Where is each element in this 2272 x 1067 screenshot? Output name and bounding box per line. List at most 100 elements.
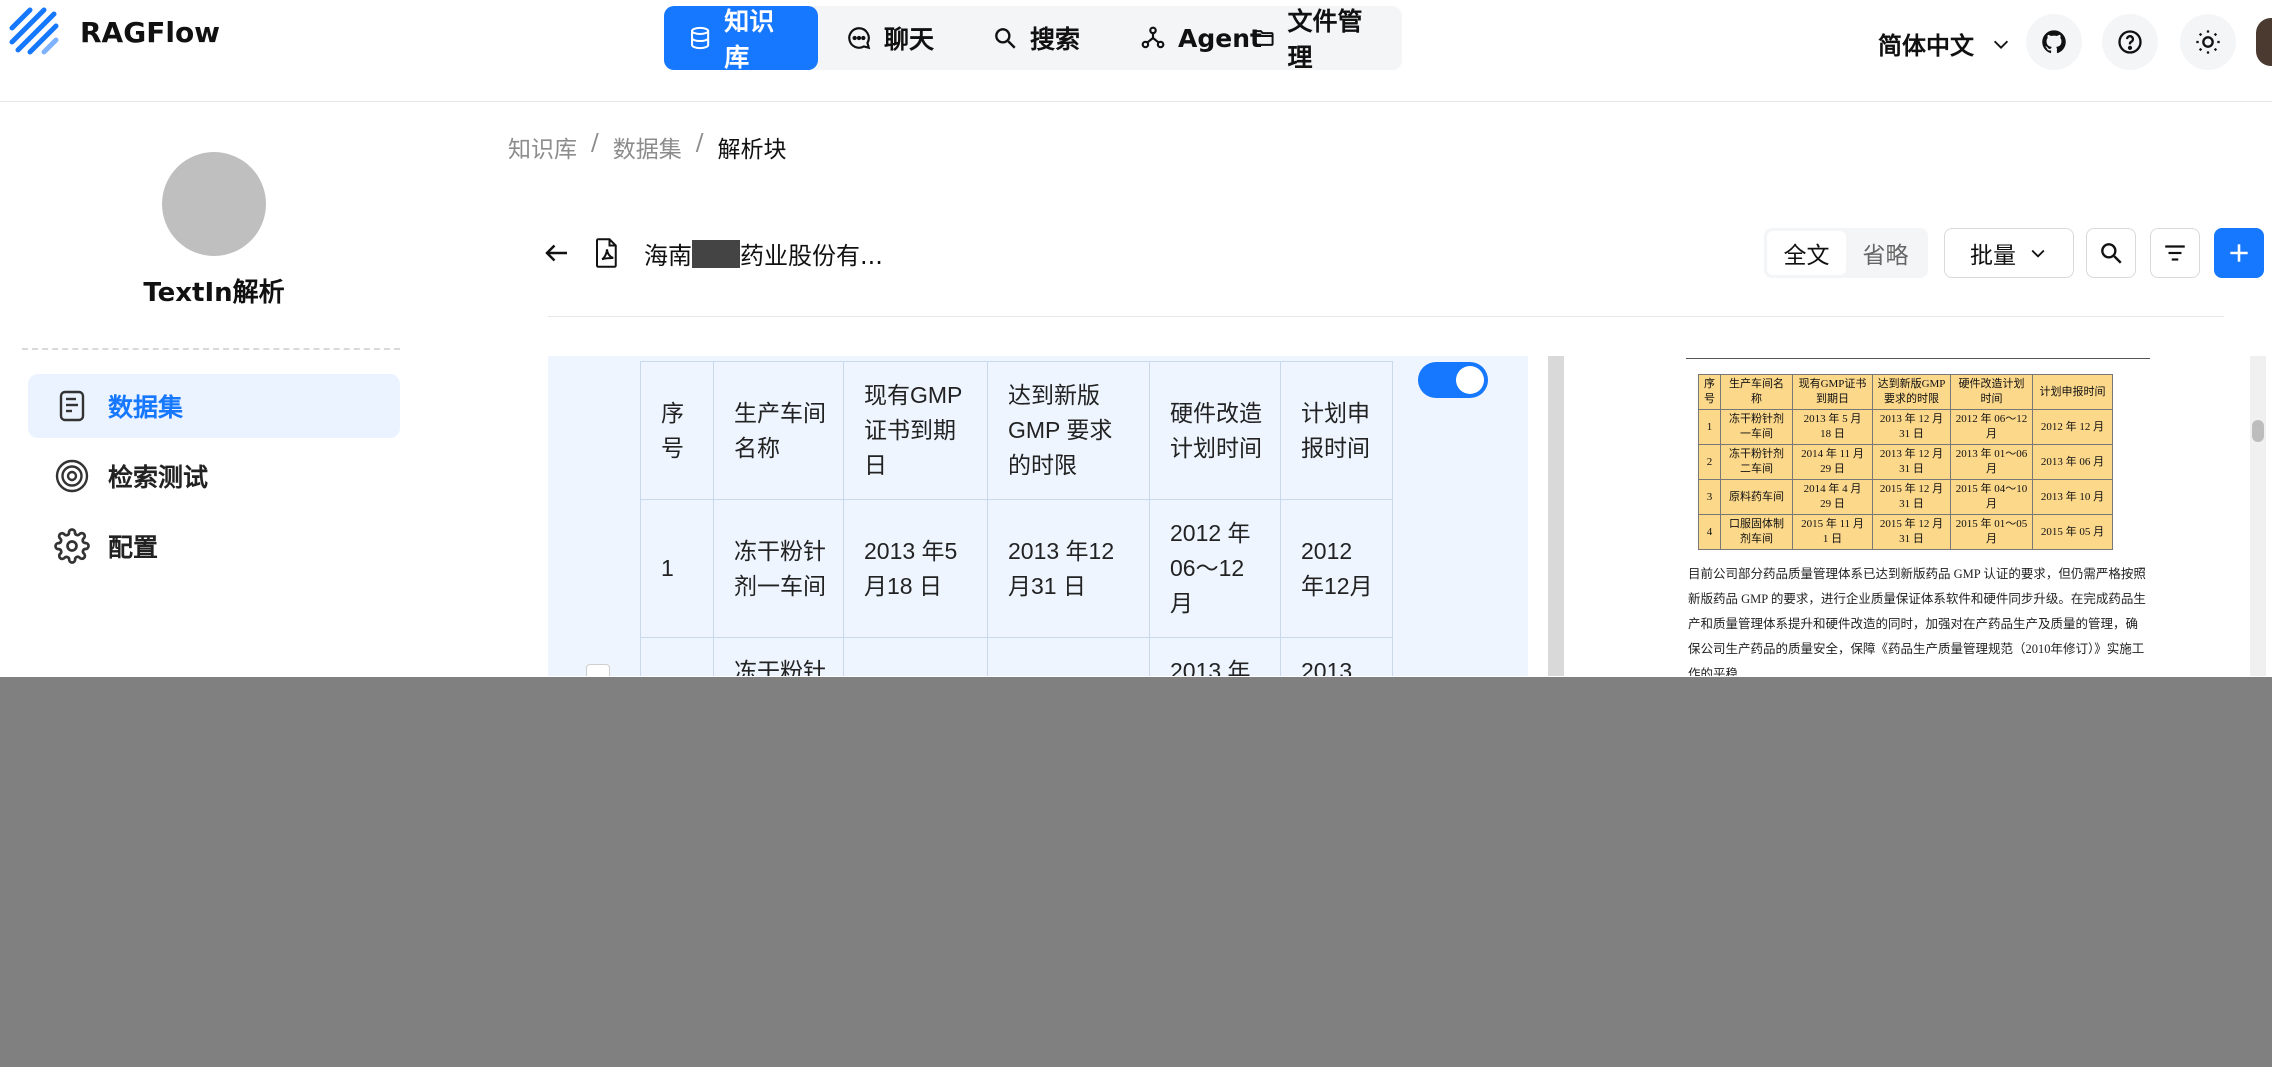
preview-row: 4 口服固体制剂车间 2015 年 11 月 1 日 2015 年 12 月 3… — [1698, 514, 2113, 550]
nav-item-knowledge-base[interactable]: 知识库 — [664, 6, 818, 72]
table-cell: 2013 年12月31 日 — [987, 499, 1150, 638]
table-header-cell: 现有GMP证书到期日 — [843, 361, 988, 500]
add-chunk-button[interactable] — [2214, 228, 2264, 278]
preview-cell: 2 — [1698, 444, 1721, 480]
batch-dropdown[interactable]: 批量 — [1944, 228, 2074, 278]
document-title-suffix: 药业股份有... — [740, 242, 883, 270]
preview-row: 2 冻干粉针剂二车间 2014 年 11 月 29 日 2013 年 12 月 … — [1698, 444, 2113, 480]
table-cell: 2 — [640, 637, 714, 676]
preview-cell: 冻干粉针剂一车间 — [1720, 409, 1793, 445]
preview-cell: 3 — [1698, 479, 1721, 515]
preview-cell: 1 — [1698, 409, 1721, 445]
view-full-option[interactable]: 全文 — [1767, 231, 1846, 275]
folder-icon — [1253, 30, 1274, 46]
table-header-cell: 序号 — [640, 361, 714, 500]
table-header-row: 序号 生产车间名称 现有GMP证书到期日 达到新版GMP 要求的时限 硬件改造计… — [640, 361, 1393, 500]
preview-cell: 2013 年 06 月 — [2032, 444, 2113, 480]
app-name: RAGFlow — [80, 16, 221, 49]
table-row: 1 冻干粉针剂一车间 2013 年5月18 日 2013 年12月31 日 20… — [640, 499, 1393, 638]
filter-lines-icon — [2165, 245, 2185, 261]
table-header-cell: 生产车间名称 — [713, 361, 844, 500]
nav-item-search[interactable]: 搜索 — [968, 6, 1104, 70]
toolbar-divider — [548, 316, 2224, 317]
preview-paragraph: 目前公司部分药品质量管理体系已达到新版药品 GMP 认证的要求，但仍需严格按照新… — [1688, 567, 2146, 676]
top-header: RAGFlow 知识库 聊天 搜索 Agent 文件管理 简体中文 — [0, 0, 2272, 102]
language-label: 简体中文 — [1878, 32, 1974, 60]
ragflow-logo-icon[interactable] — [8, 6, 62, 60]
document-title: 海南 药业股份有... — [644, 236, 883, 271]
chunk-enable-toggle[interactable] — [1418, 362, 1488, 398]
chunk-checkbox[interactable] — [586, 664, 610, 676]
preview-cell: 冻干粉针剂二车间 — [1720, 444, 1793, 480]
knowledge-base-name: TextIn解析 — [143, 278, 285, 308]
redacted-block — [692, 239, 740, 268]
preview-cell: 2012 年 12 月 — [2032, 409, 2113, 445]
gray-overlay — [0, 677, 2272, 1067]
toggle-knob — [1456, 366, 1484, 394]
nav-item-chat[interactable]: 聊天 — [822, 6, 958, 70]
view-brief-option[interactable]: 省略 — [1846, 231, 1925, 275]
preview-cell: 2013 年 5 月 18 日 — [1792, 409, 1873, 445]
breadcrumb-dataset[interactable]: 数据集 — [613, 130, 682, 164]
preview-header-cell: 现有GMP证书到期日 — [1792, 374, 1873, 410]
pdf-file-icon — [596, 238, 617, 268]
preview-header-cell: 序号 — [1698, 374, 1721, 410]
preview-cell: 2012 年 06～12 月 — [1950, 409, 2033, 445]
main-nav: 知识库 聊天 搜索 Agent 文件管理 — [664, 6, 1402, 72]
table-cell: 2013 年01～06 — [1149, 637, 1281, 676]
sidebar-item-dataset[interactable]: 数据集 — [28, 374, 400, 438]
table-cell: 冻干粉针剂二车间 — [713, 637, 844, 676]
preview-header-row: 序号 生产车间名称 现有GMP证书到期日 达到新版GMP要求的时限 硬件改造计划… — [1698, 374, 2113, 410]
database-icon — [691, 26, 710, 50]
preview-cell: 2013 年 10 月 — [2032, 479, 2113, 515]
sidebar-divider — [22, 348, 400, 350]
preview-cell: 2013 年 01～06 月 — [1950, 444, 2033, 480]
preview-cell: 原料药车间 — [1720, 479, 1793, 515]
nav-item-label: 搜索 — [1030, 25, 1081, 54]
sidebar-item-retrieval-test[interactable]: 检索测试 — [28, 444, 400, 508]
language-select[interactable]: 简体中文 — [1878, 26, 2012, 61]
search-chunks-button[interactable] — [2086, 228, 2136, 278]
table-cell: 2014 年11 — [843, 637, 988, 676]
chevron-down-icon — [2031, 249, 2045, 258]
preview-cell: 2015 年 05 月 — [2032, 514, 2113, 550]
user-avatar[interactable] — [2256, 18, 2272, 66]
view-mode-switch: 全文 省略 — [1764, 228, 1928, 278]
batch-label: 批量 — [1970, 243, 2016, 269]
preview-header-cell: 生产车间名称 — [1720, 374, 1793, 410]
nav-item-file-management[interactable]: 文件管理 — [1228, 6, 1402, 72]
table-row: 2 冻干粉针剂二车间 2014 年11 2013 年12 2013 年01～06… — [640, 637, 1393, 676]
sidebar-item-label: 检索测试 — [108, 463, 209, 492]
back-arrow-icon[interactable] — [542, 238, 572, 268]
table-cell: 2013 年06 — [1280, 637, 1393, 676]
chunk-card[interactable]: 序号 生产车间名称 现有GMP证书到期日 达到新版GMP 要求的时限 硬件改造计… — [548, 356, 1528, 676]
github-button[interactable] — [2026, 14, 2082, 70]
preview-table: 序号 生产车间名称 现有GMP证书到期日 达到新版GMP要求的时限 硬件改造计划… — [1698, 374, 2113, 550]
agent-icon — [1141, 26, 1165, 49]
breadcrumb-separator: / — [695, 130, 704, 156]
table-cell: 1 — [640, 499, 714, 638]
preview-header-cell: 计划申报时间 — [2032, 374, 2113, 410]
chunk-list-scrollbar[interactable] — [1548, 356, 1564, 676]
scrollbar-thumb[interactable] — [2252, 420, 2264, 442]
filter-button[interactable] — [2150, 228, 2200, 278]
table-cell: 2012 年06～12月 — [1149, 499, 1281, 638]
plus-icon — [2230, 244, 2248, 262]
preview-scrollbar[interactable] — [2250, 356, 2266, 676]
preview-row: 3 原料药车间 2014 年 4 月 29 日 2015 年 12 月 31 日… — [1698, 479, 2113, 515]
preview-cell: 2014 年 4 月 29 日 — [1792, 479, 1873, 515]
sidebar-item-label: 配置 — [108, 533, 159, 562]
table-cell: 2013 年12 — [987, 637, 1150, 676]
preview-cell: 2014 年 11 月 29 日 — [1792, 444, 1873, 480]
preview-header-cell: 硬件改造计划时间 — [1950, 374, 2033, 410]
sidebar-item-settings[interactable]: 配置 — [28, 514, 400, 578]
github-icon — [2042, 30, 2066, 54]
table-cell: 2013 年5月18 日 — [843, 499, 988, 638]
search-icon — [995, 28, 1016, 49]
breadcrumb-knowledge-base[interactable]: 知识库 — [508, 130, 577, 164]
preview-cell: 2013 年 12 月 31 日 — [1872, 444, 1951, 480]
breadcrumb-current: 解析块 — [717, 137, 787, 163]
theme-toggle-button[interactable] — [2180, 14, 2236, 70]
dataset-icon — [59, 390, 85, 422]
help-button[interactable] — [2102, 14, 2158, 70]
